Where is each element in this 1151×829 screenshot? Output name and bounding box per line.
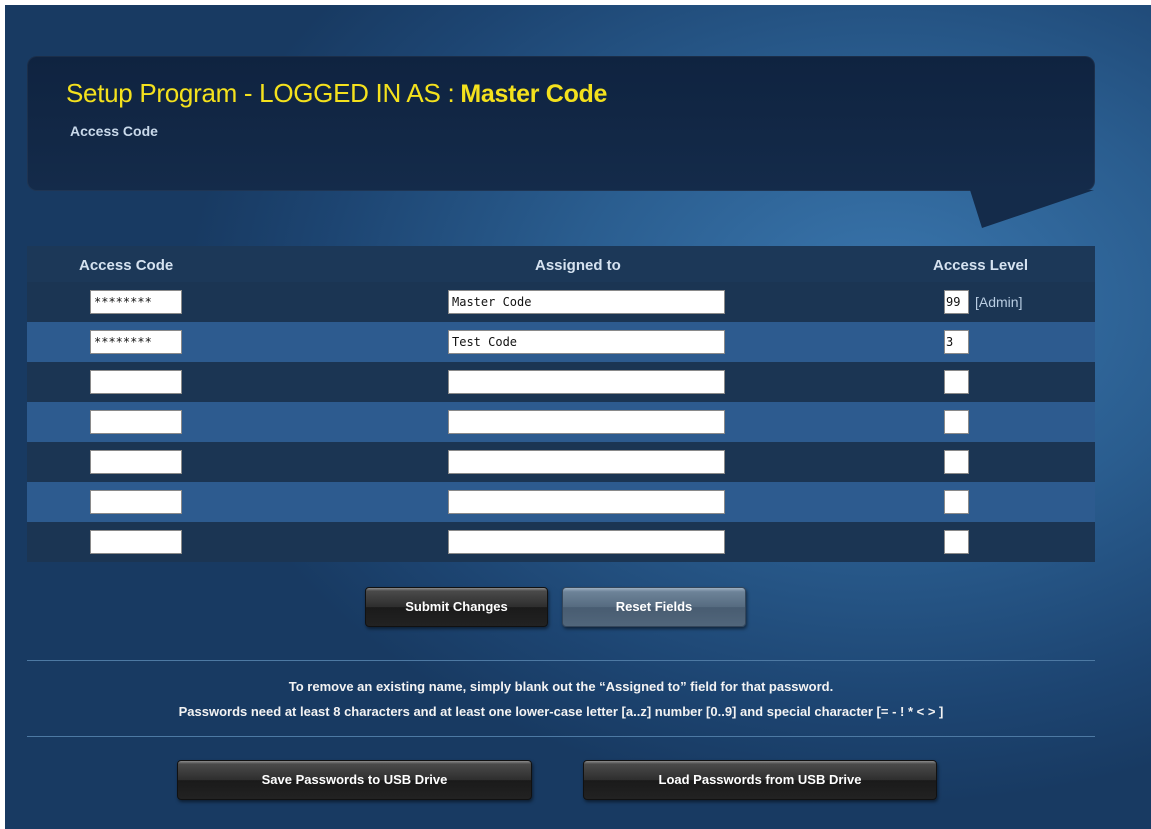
table-row: [27, 402, 1095, 442]
help-text-password-rules: Passwords need at least 8 characters and…: [178, 704, 944, 719]
access-level-input[interactable]: [944, 410, 969, 434]
table-row: ******** Master Code 99 [Admin]: [27, 282, 1095, 322]
logged-in-user: Master Code: [460, 80, 608, 108]
column-header-assigned-to: Assigned to: [535, 257, 621, 274]
table-row: ******** Test Code 3: [27, 322, 1095, 362]
assigned-to-input[interactable]: Master Code: [448, 290, 725, 314]
assigned-to-input[interactable]: [448, 530, 725, 554]
load-passwords-usb-button[interactable]: Load Passwords from USB Drive: [583, 760, 937, 800]
header-panel-tail: [970, 190, 1094, 228]
column-header-access-level: Access Level: [933, 257, 1029, 274]
access-code-input[interactable]: ********: [90, 290, 182, 314]
access-codes-table: Access Code Assigned to Access Level ***…: [27, 246, 1095, 562]
access-level-input[interactable]: [944, 370, 969, 394]
access-level-input[interactable]: [944, 530, 969, 554]
access-level-input[interactable]: 3: [944, 330, 969, 354]
access-code-input[interactable]: [90, 490, 182, 514]
access-level-input[interactable]: [944, 490, 969, 514]
assigned-to-input[interactable]: Test Code: [448, 330, 725, 354]
assigned-to-input[interactable]: [448, 410, 725, 434]
access-code-input[interactable]: [90, 410, 182, 434]
help-text-remove-name: To remove an existing name, simply blank…: [288, 679, 834, 694]
access-code-input[interactable]: [90, 450, 182, 474]
divider: [27, 736, 1095, 737]
table-header: Access Code Assigned to Access Level: [27, 246, 1095, 282]
column-header-access-code: Access Code: [79, 257, 174, 274]
access-level-input[interactable]: 99: [944, 290, 969, 314]
reset-fields-button[interactable]: Reset Fields: [562, 587, 746, 627]
access-code-input[interactable]: ********: [90, 330, 182, 354]
access-code-input[interactable]: [90, 370, 182, 394]
title-prefix: Setup Program - LOGGED IN AS :: [66, 78, 455, 108]
header-panel: [27, 56, 1095, 191]
access-level-note: [Admin]: [975, 294, 1023, 310]
table-row: [27, 482, 1095, 522]
divider: [27, 660, 1095, 661]
assigned-to-input[interactable]: [448, 490, 725, 514]
page-subtitle: Access Code: [70, 123, 158, 139]
table-row: [27, 442, 1095, 482]
assigned-to-input[interactable]: [448, 370, 725, 394]
page-title: Setup Program - LOGGED IN AS : Master Cod…: [66, 78, 607, 109]
table-row: [27, 362, 1095, 402]
table-row: [27, 522, 1095, 562]
submit-changes-button[interactable]: Submit Changes: [365, 587, 548, 627]
access-code-input[interactable]: [90, 530, 182, 554]
access-level-input[interactable]: [944, 450, 969, 474]
assigned-to-input[interactable]: [448, 450, 725, 474]
save-passwords-usb-button[interactable]: Save Passwords to USB Drive: [177, 760, 532, 800]
